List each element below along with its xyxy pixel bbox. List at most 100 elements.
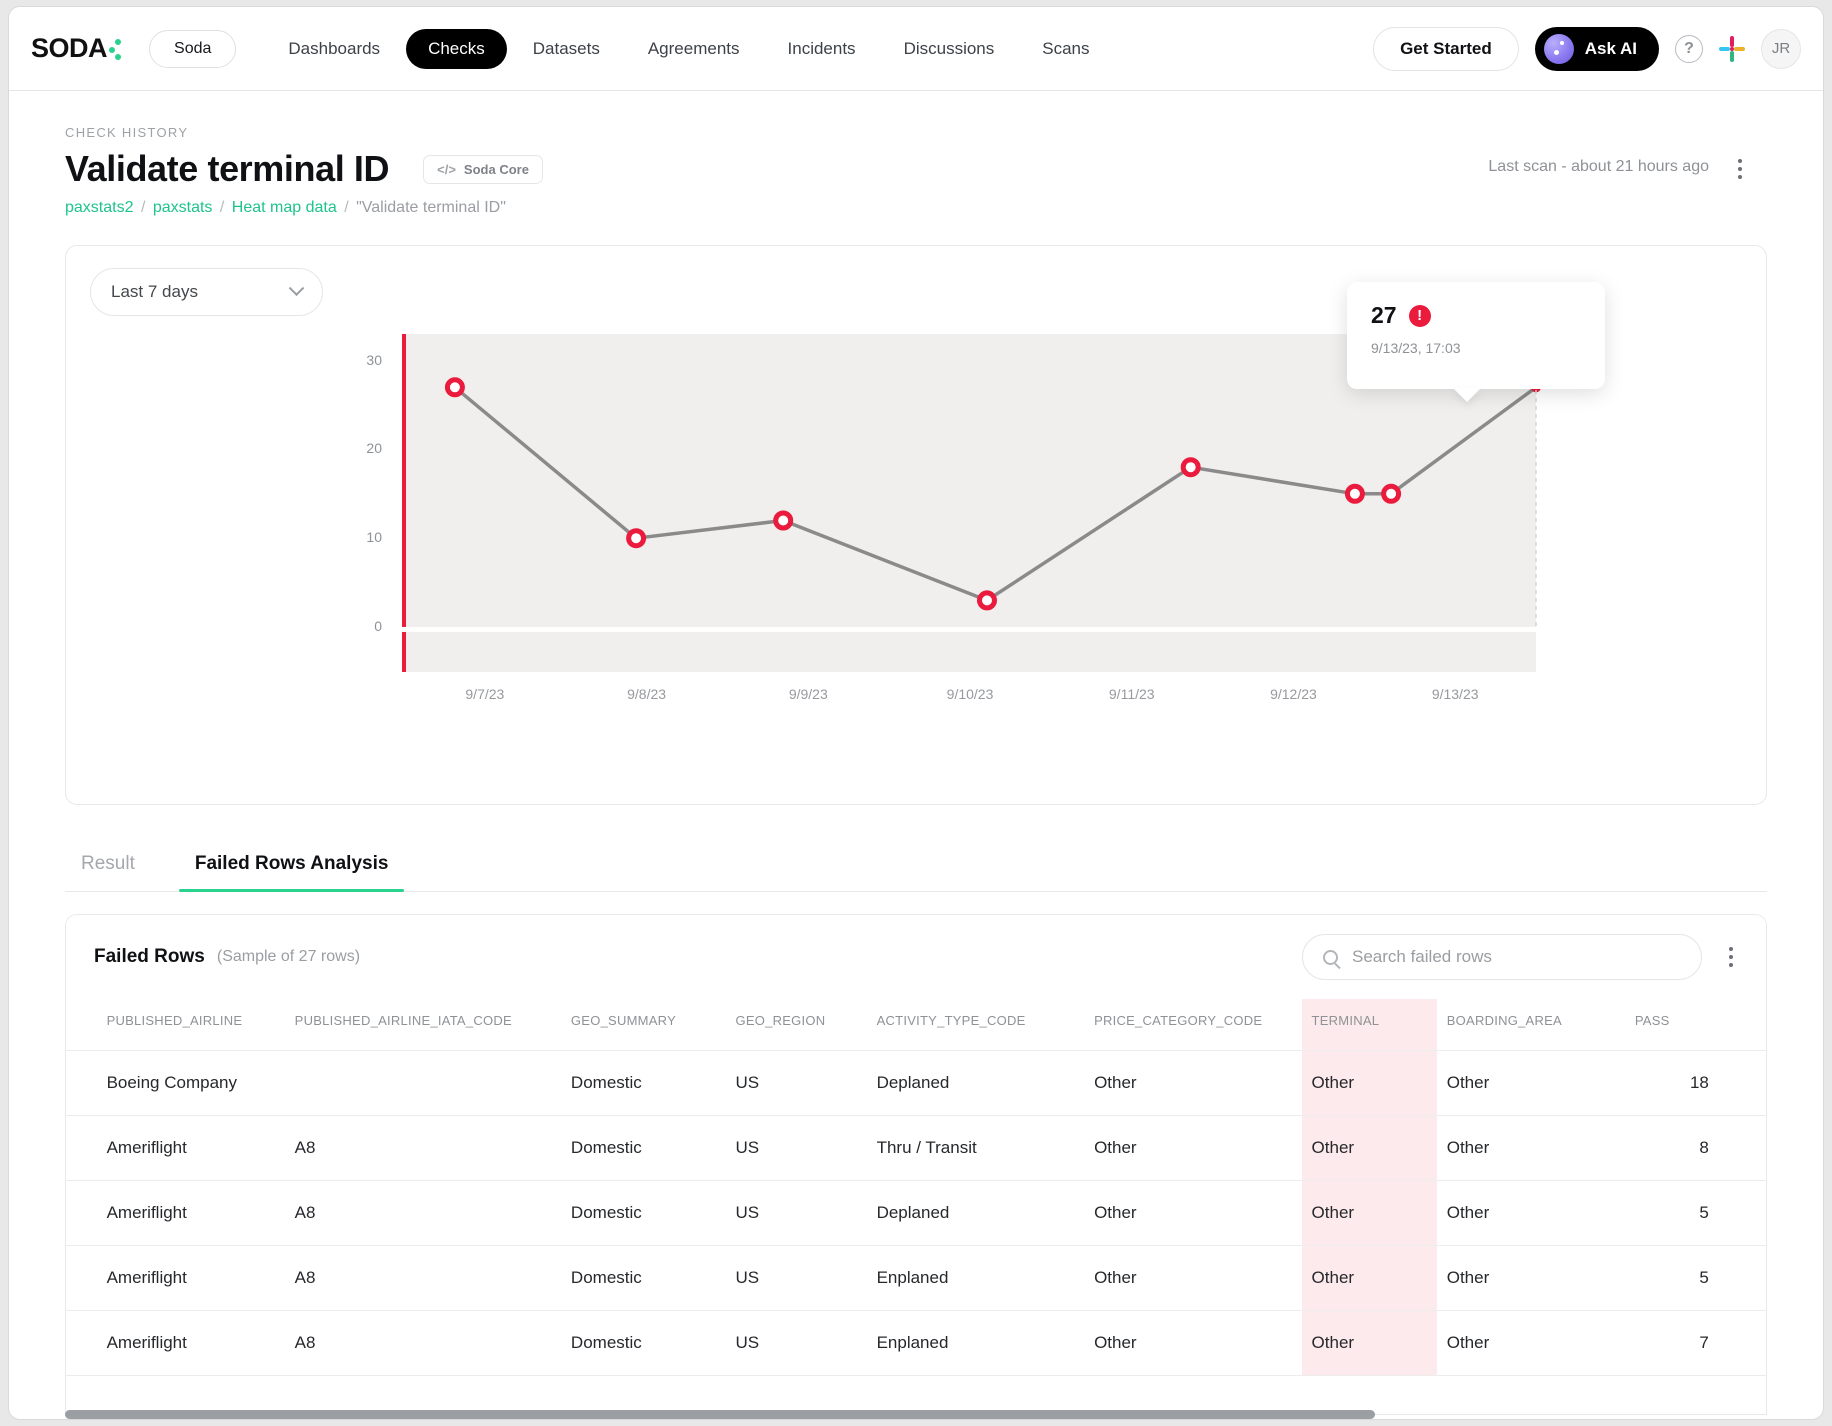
chart-data-point[interactable] — [447, 380, 462, 395]
table-cell: 8 — [1625, 1116, 1719, 1181]
table-cell: Other — [1084, 1051, 1301, 1116]
table-column-header[interactable]: PUBLISHED_AIRLINE — [97, 999, 285, 1051]
table-cell-spacer — [66, 1116, 97, 1181]
org-switcher-button[interactable]: Soda — [149, 30, 236, 68]
ai-orb-icon — [1544, 34, 1574, 64]
chart-data-point[interactable] — [1183, 460, 1198, 475]
nav-item-incidents[interactable]: Incidents — [766, 29, 878, 69]
table-row[interactable]: AmeriflightA8DomesticUSEnplanedOtherOthe… — [66, 1246, 1766, 1311]
table-cell: 5 — [1625, 1246, 1719, 1311]
table-column-header[interactable]: ACTIVITY_TYPE_CODE — [867, 999, 1084, 1051]
tooltip-header: 27 ! — [1371, 302, 1581, 329]
user-avatar[interactable]: JR — [1761, 29, 1801, 69]
table-cell-spacer — [66, 1311, 97, 1376]
table-cell: Other — [1302, 1051, 1437, 1116]
nav-item-discussions[interactable]: Discussions — [882, 29, 1017, 69]
chart-data-point[interactable] — [1384, 486, 1399, 501]
nav-item-checks[interactable]: Checks — [406, 29, 507, 69]
breadcrumb-item-dataset[interactable]: Heat map data — [232, 199, 337, 216]
chart-data-point[interactable] — [1347, 486, 1362, 501]
table-cell: US — [726, 1246, 867, 1311]
soda-core-badge-label: Soda Core — [464, 162, 529, 177]
table-cell: Deplaned — [867, 1181, 1084, 1246]
main-nav-items: Dashboards Checks Datasets Agreements In… — [266, 29, 1111, 69]
chevron-down-icon — [289, 280, 305, 296]
table-cell: Other — [1084, 1311, 1301, 1376]
table-cell: Other — [1302, 1311, 1437, 1376]
table-cell: Domestic — [561, 1116, 726, 1181]
soda-logo-text: SODA — [31, 33, 107, 64]
table-cell: Ameriflight — [97, 1246, 285, 1311]
failed-rows-card: Failed Rows (Sample of 27 rows) Search f… — [65, 914, 1767, 1415]
horizontal-scrollbar-thumb[interactable] — [65, 1410, 1375, 1419]
chart-data-point[interactable] — [980, 593, 995, 608]
table-cell: Boeing Company — [97, 1051, 285, 1116]
breadcrumb: paxstats2 / paxstats / Heat map data / "… — [65, 199, 1767, 217]
nav-item-agreements[interactable]: Agreements — [626, 29, 762, 69]
breadcrumb-separator: / — [220, 199, 224, 216]
table-cell: Domestic — [561, 1181, 726, 1246]
table-cell: Other — [1302, 1246, 1437, 1311]
table-cell: US — [726, 1311, 867, 1376]
table-column-header[interactable]: BOARDING_AREA — [1437, 999, 1625, 1051]
nav-item-dashboards[interactable]: Dashboards — [266, 29, 402, 69]
breadcrumb-item-check: "Validate terminal ID" — [356, 199, 506, 216]
nav-item-scans[interactable]: Scans — [1020, 29, 1111, 69]
nav-item-datasets[interactable]: Datasets — [511, 29, 622, 69]
table-row[interactable]: AmeriflightA8DomesticUSDeplanedOtherOthe… — [66, 1181, 1766, 1246]
search-placeholder: Search failed rows — [1352, 947, 1492, 967]
tab-result[interactable]: Result — [65, 841, 151, 891]
table-cell: US — [726, 1116, 867, 1181]
soda-logo[interactable]: SODA — [31, 33, 123, 64]
table-cell: Ameriflight — [97, 1116, 285, 1181]
table-cell: Other — [1302, 1181, 1437, 1246]
tab-failed-rows-analysis[interactable]: Failed Rows Analysis — [179, 841, 405, 891]
table-cell: Domestic — [561, 1051, 726, 1116]
table-cell: Enplaned — [867, 1311, 1084, 1376]
tooltip-timestamp: 9/13/23, 17:03 — [1371, 340, 1581, 356]
chart-data-point[interactable] — [629, 531, 644, 546]
failed-rows-more-options-button[interactable] — [1720, 942, 1742, 972]
breadcrumb-item-datasource[interactable]: paxstats2 — [65, 199, 133, 216]
breadcrumb-item-schema[interactable]: paxstats — [153, 199, 213, 216]
table-column-header[interactable]: PUBLISHED_AIRLINE_IATA_CODE — [285, 999, 561, 1051]
table-cell: A8 — [285, 1181, 561, 1246]
table-column-header[interactable]: PASS — [1625, 999, 1719, 1051]
table-column-header[interactable]: GEO_REGION — [726, 999, 867, 1051]
alert-icon: ! — [1409, 305, 1431, 327]
page-title: Validate terminal ID — [65, 148, 389, 190]
help-icon[interactable]: ? — [1675, 35, 1703, 63]
table-cell-spacer-end — [1719, 1116, 1766, 1181]
page-more-options-button[interactable] — [1727, 154, 1753, 184]
ask-ai-button[interactable]: Ask AI — [1535, 27, 1659, 71]
table-cell-spacer — [66, 1246, 97, 1311]
date-range-select[interactable]: Last 7 days — [90, 268, 323, 316]
table-column-header[interactable]: TERMINAL — [1302, 999, 1437, 1051]
tooltip-value: 27 — [1371, 302, 1397, 329]
table-cell: 5 — [1625, 1181, 1719, 1246]
table-cell: Other — [1437, 1181, 1625, 1246]
chart-data-point[interactable] — [776, 513, 791, 528]
horizontal-scrollbar[interactable] — [65, 1410, 1767, 1419]
table-cell-spacer — [66, 1051, 97, 1116]
ask-ai-label: Ask AI — [1585, 39, 1637, 59]
search-failed-rows-input[interactable]: Search failed rows — [1302, 934, 1702, 980]
table-cell: Other — [1302, 1116, 1437, 1181]
failed-rows-table: PUBLISHED_AIRLINEPUBLISHED_AIRLINE_IATA_… — [66, 999, 1766, 1376]
soda-logo-dots-icon — [109, 37, 123, 61]
slack-icon[interactable] — [1719, 36, 1745, 62]
table-row[interactable]: Boeing CompanyDomesticUSDeplanedOtherOth… — [66, 1051, 1766, 1116]
table-row[interactable]: AmeriflightA8DomesticUSEnplanedOtherOthe… — [66, 1311, 1766, 1376]
tooltip-arrow-icon — [1453, 388, 1481, 402]
table-cell: Enplaned — [867, 1246, 1084, 1311]
get-started-button[interactable]: Get Started — [1373, 27, 1519, 71]
table-column-header[interactable]: PRICE_CATEGORY_CODE — [1084, 999, 1301, 1051]
top-navigation-bar: SODA Soda Dashboards Checks Datasets Agr… — [9, 7, 1823, 91]
table-cell: Ameriflight — [97, 1181, 285, 1246]
table-column-header[interactable]: GEO_SUMMARY — [561, 999, 726, 1051]
table-row[interactable]: AmeriflightA8DomesticUSThru / TransitOth… — [66, 1116, 1766, 1181]
table-col-spacer-end — [1719, 999, 1766, 1051]
nav-right-actions: Get Started Ask AI ? JR — [1373, 27, 1801, 71]
search-icon — [1323, 950, 1338, 965]
table-cell-spacer-end — [1719, 1246, 1766, 1311]
